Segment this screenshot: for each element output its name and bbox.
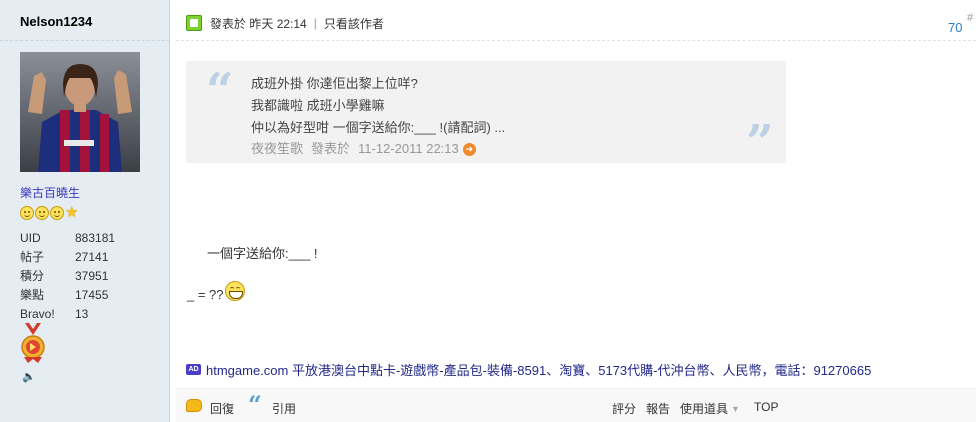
stat-value[interactable]: 27141 <box>75 248 108 267</box>
avatar-pointer <box>140 72 154 100</box>
stat-row-points: 積分 37951 <box>20 267 115 286</box>
username-divider <box>0 40 170 41</box>
stat-label: 樂點 <box>20 288 45 302</box>
quote-posted-prefix: 發表於 <box>311 141 351 156</box>
quote-block: “ 成班外掛 你達佢出黎上位咩? 我都識啦 成班小學雞嘛 仲以為好型咁 一個字送… <box>186 61 786 167</box>
ad-link[interactable]: htmgame.com 平放港澳台中點卡-遊戲幣-產品包-裝備-8591、淘寶、… <box>206 360 871 379</box>
stat-row-bravo: Bravo! 13 <box>20 305 115 324</box>
stat-label: UID <box>20 231 41 245</box>
post-body-text: _ = ?? <box>187 287 224 302</box>
stat-label: Bravo! <box>20 307 55 321</box>
use-tools-label: 使用道具 <box>680 402 729 416</box>
speaker-icon[interactable]: 🔈 <box>22 370 36 383</box>
rank-smile-icon <box>50 206 64 220</box>
post-time-value: 昨天 22:14 <box>249 16 307 31</box>
quote-open-icon: “ <box>206 63 234 119</box>
rate-button[interactable]: 評分 <box>612 400 636 417</box>
post-time: 發表於 昨天 22:14 <box>210 15 307 32</box>
jump-to-post-icon[interactable]: ➜ <box>462 142 476 156</box>
stat-value[interactable]: 13 <box>75 305 88 324</box>
quote-posted-time: 11-12-2011 22:13 <box>358 141 459 156</box>
rank-smile-icon <box>35 206 49 220</box>
medal-icon[interactable] <box>20 323 46 366</box>
author-stats: UID 883181 帖子 27141 積分 37951 樂點 17455 Br… <box>20 229 115 324</box>
header-divider <box>176 40 976 41</box>
quote-content: 成班外掛 你達佢出黎上位咩? 我都識啦 成班小學雞嘛 仲以為好型咁 一個字送給你… <box>251 73 505 159</box>
quote-icon[interactable]: “ <box>248 393 262 417</box>
floor-hash: # <box>967 12 974 24</box>
chevron-down-icon: ▼ <box>731 404 740 414</box>
reply-bubble-icon[interactable] <box>186 399 202 412</box>
online-status-icon <box>186 15 202 31</box>
avatar-image <box>20 52 140 172</box>
header-separator: | <box>313 16 317 30</box>
post-action-bar: 回復 “ 引用 評分 報告 使用道具 ▼ TOP <box>176 388 976 422</box>
report-button[interactable]: 報告 <box>646 400 670 417</box>
floor-number[interactable]: 70 <box>948 20 962 35</box>
quote-line: 我都識啦 成班小學雞嘛 <box>251 98 385 113</box>
stat-label: 積分 <box>20 269 45 283</box>
rank-icons: ★ <box>20 204 79 221</box>
top-button[interactable]: TOP <box>754 400 778 414</box>
author-sidebar: Nelson1234 樂古百曉生 ★ UID 883181 帖子 27141 積… <box>0 0 170 422</box>
medal-graphic <box>21 323 45 363</box>
author-username[interactable]: Nelson1234 <box>20 14 92 29</box>
post-body-line: 一個字送給你:___ ! <box>207 246 318 261</box>
post-body-line-emoji: _ = ?? <box>187 280 245 302</box>
use-tools-button[interactable]: 使用道具 ▼ <box>680 400 740 417</box>
ad-row: AD htmgame.com 平放港澳台中點卡-遊戲幣-產品包-裝備-8591、… <box>186 360 871 379</box>
post-header: 發表於 昨天 22:14 | 只看該作者 <box>186 13 384 33</box>
rank-smile-icon <box>20 206 34 220</box>
stat-row-posts: 帖子 27141 <box>20 248 115 267</box>
quote-close-icon: ” <box>746 115 774 171</box>
quote-line: 成班外掛 你達佢出黎上位咩? <box>251 76 418 91</box>
stat-row-uid: UID 883181 <box>20 229 115 248</box>
stat-row-lepoints: 樂點 17455 <box>20 286 115 305</box>
stat-value[interactable]: 883181 <box>75 229 115 248</box>
quote-button[interactable]: 引用 <box>272 400 296 417</box>
user-group[interactable]: 樂古百曉生 <box>20 184 80 201</box>
quote-meta: 夜夜笙歌 發表於 11-12-2011 22:13 ➜ <box>251 139 505 159</box>
ad-badge-icon: AD <box>186 364 201 375</box>
stat-value[interactable]: 17455 <box>75 286 108 305</box>
rank-star-icon: ★ <box>65 204 79 221</box>
stat-label: 帖子 <box>20 250 45 264</box>
quote-author: 夜夜笙歌 <box>251 141 304 156</box>
quote-line: 仲以為好型咁 一個字送給你:___ !(請配詞) ... <box>251 120 506 135</box>
grin-emoticon-icon <box>224 280 245 301</box>
stat-value[interactable]: 37951 <box>75 267 108 286</box>
reply-button[interactable]: 回復 <box>210 400 234 417</box>
only-author-link[interactable]: 只看該作者 <box>324 15 384 32</box>
post-time-prefix: 發表於 <box>210 16 247 31</box>
avatar[interactable] <box>20 52 140 172</box>
